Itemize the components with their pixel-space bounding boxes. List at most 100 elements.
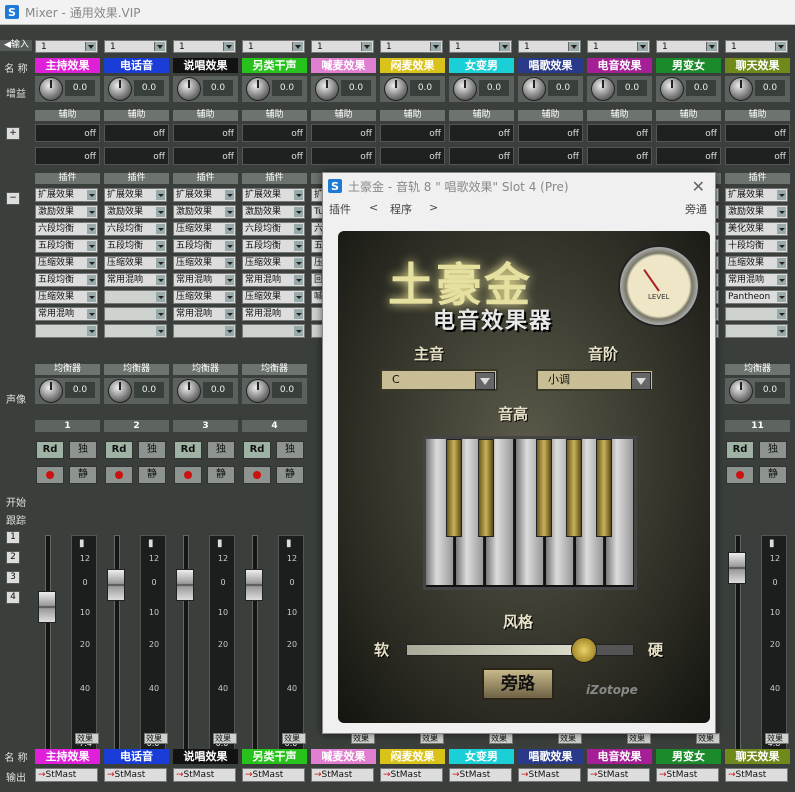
- insert-slot[interactable]: 六段均衡: [35, 222, 98, 236]
- channel-name-bottom[interactable]: 喊麦效果: [311, 749, 376, 764]
- pan-knob[interactable]: [246, 379, 270, 403]
- insert-slot[interactable]: 压缩效果: [173, 256, 236, 270]
- aux-send-1[interactable]: off: [173, 124, 238, 142]
- output-select[interactable]: →StMast: [380, 768, 443, 782]
- menu-program[interactable]: 程序: [390, 201, 412, 217]
- insert-slot[interactable]: 常用混响: [173, 273, 236, 287]
- prev-program-button[interactable]: <: [369, 201, 378, 214]
- insert-slot[interactable]: 激励效果: [725, 205, 788, 219]
- fader-knob[interactable]: [176, 569, 194, 601]
- input-select[interactable]: 1: [587, 40, 650, 53]
- style-slider[interactable]: [406, 637, 634, 663]
- channel-name[interactable]: 唱歌效果: [518, 58, 583, 73]
- output-select[interactable]: →StMast: [242, 768, 305, 782]
- input-select[interactable]: 1: [173, 40, 236, 53]
- style-slider-knob[interactable]: [571, 637, 598, 663]
- insert-slot[interactable]: 常用混响: [173, 307, 236, 321]
- insert-slot[interactable]: 常用混响: [725, 273, 788, 287]
- aux-send-2[interactable]: off: [35, 147, 100, 165]
- insert-slot[interactable]: 压缩效果: [242, 290, 305, 304]
- channel-name[interactable]: 喊麦效果: [311, 58, 376, 73]
- channel-name[interactable]: 男变女: [656, 58, 721, 73]
- aux-send-1[interactable]: off: [725, 124, 790, 142]
- pan-knob[interactable]: [39, 379, 63, 403]
- record-button[interactable]: [36, 466, 64, 484]
- insert-slot[interactable]: [242, 324, 305, 338]
- input-select[interactable]: 1: [311, 40, 374, 53]
- read-button[interactable]: Rd: [105, 441, 133, 459]
- pan-knob[interactable]: [108, 379, 132, 403]
- channel-name-bottom[interactable]: 电音效果: [587, 749, 652, 764]
- mute-button[interactable]: 静: [276, 466, 304, 484]
- side-button-3[interactable]: 3: [6, 571, 20, 584]
- read-button[interactable]: Rd: [726, 441, 754, 459]
- insert-slot[interactable]: [725, 324, 788, 338]
- channel-name-bottom[interactable]: 男变女: [656, 749, 721, 764]
- channel-name-bottom[interactable]: 电话音: [104, 749, 169, 764]
- output-select[interactable]: →StMast: [656, 768, 719, 782]
- gain-knob[interactable]: [522, 77, 546, 101]
- gain-value[interactable]: 0.0: [686, 80, 716, 96]
- fx-button[interactable]: 效果: [144, 733, 168, 744]
- mute-button[interactable]: 静: [759, 466, 787, 484]
- insert-slot[interactable]: 扩展效果: [35, 188, 98, 202]
- mute-button[interactable]: 静: [207, 466, 235, 484]
- black-key[interactable]: [596, 439, 612, 537]
- next-program-button[interactable]: >: [429, 201, 438, 214]
- insert-slot[interactable]: 扩展效果: [104, 188, 167, 202]
- fx-button[interactable]: 效果: [75, 733, 99, 744]
- black-key[interactable]: [446, 439, 462, 537]
- solo-button[interactable]: 独: [276, 441, 304, 459]
- insert-slot[interactable]: 五段均衡: [242, 239, 305, 253]
- bypass-button[interactable]: 旁路: [482, 668, 554, 700]
- piano-keyboard[interactable]: [423, 436, 637, 590]
- fader-track[interactable]: [45, 535, 51, 751]
- insert-slot[interactable]: 压缩效果: [242, 256, 305, 270]
- eq-header[interactable]: 均衡器: [104, 364, 169, 375]
- aux-send-1[interactable]: off: [104, 124, 169, 142]
- aux-send-1[interactable]: off: [311, 124, 376, 142]
- channel-name-bottom[interactable]: 说唱效果: [173, 749, 238, 764]
- gain-knob[interactable]: [384, 77, 408, 101]
- black-key[interactable]: [566, 439, 582, 537]
- aux-send-2[interactable]: off: [725, 147, 790, 165]
- record-button[interactable]: [726, 466, 754, 484]
- scale-dropdown[interactable]: 小调: [536, 369, 654, 391]
- bypass-menu-button[interactable]: 旁通: [685, 201, 707, 217]
- mute-button[interactable]: 静: [138, 466, 166, 484]
- aux-send-2[interactable]: off: [173, 147, 238, 165]
- channel-name[interactable]: 主持效果: [35, 58, 100, 73]
- insert-slot[interactable]: 五段均衡: [173, 239, 236, 253]
- aux-send-1[interactable]: off: [518, 124, 583, 142]
- output-select[interactable]: →StMast: [587, 768, 650, 782]
- aux-send-1[interactable]: off: [35, 124, 100, 142]
- fx-button[interactable]: 效果: [282, 733, 306, 744]
- solo-button[interactable]: 独: [138, 441, 166, 459]
- insert-slot[interactable]: 压缩效果: [35, 256, 98, 270]
- pan-value[interactable]: 0.0: [65, 382, 95, 398]
- pan-value[interactable]: 0.0: [755, 382, 785, 398]
- aux-send-2[interactable]: off: [242, 147, 307, 165]
- fader-track[interactable]: [183, 535, 189, 751]
- insert-slot[interactable]: 常用混响: [242, 307, 305, 321]
- insert-slot[interactable]: 扩展效果: [173, 188, 236, 202]
- expand-aux-button[interactable]: +: [6, 127, 20, 140]
- channel-name[interactable]: 说唱效果: [173, 58, 238, 73]
- channel-name-bottom[interactable]: 女变男: [449, 749, 514, 764]
- insert-slot[interactable]: 压缩效果: [104, 256, 167, 270]
- insert-slot[interactable]: 五段均衡: [35, 273, 98, 287]
- gain-value[interactable]: 0.0: [272, 80, 302, 96]
- aux-send-2[interactable]: off: [587, 147, 652, 165]
- aux-send-1[interactable]: off: [587, 124, 652, 142]
- insert-slot[interactable]: [104, 307, 167, 321]
- aux-send-1[interactable]: off: [449, 124, 514, 142]
- black-key[interactable]: [478, 439, 494, 537]
- input-select[interactable]: 1: [518, 40, 581, 53]
- fx-button[interactable]: 效果: [558, 733, 582, 744]
- aux-send-1[interactable]: off: [242, 124, 307, 142]
- read-button[interactable]: Rd: [36, 441, 64, 459]
- aux-send-2[interactable]: off: [449, 147, 514, 165]
- insert-slot[interactable]: 五段均衡: [104, 239, 167, 253]
- output-select[interactable]: →StMast: [35, 768, 98, 782]
- fader-knob[interactable]: [38, 591, 56, 624]
